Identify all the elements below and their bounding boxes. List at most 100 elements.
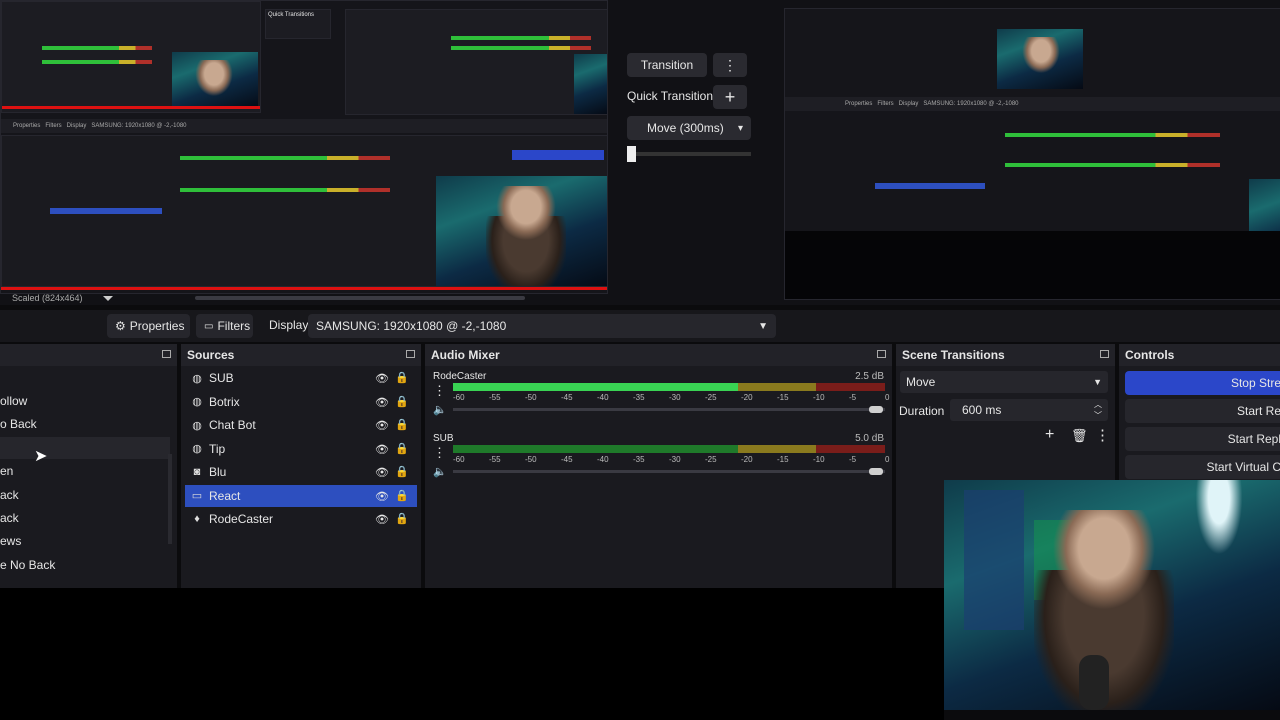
filter-icon: ▭ [204,320,214,332]
horizontal-scrollbar[interactable] [195,296,525,300]
nested-thumbnail [1,1,261,113]
scene-item-label: o Back [0,417,37,432]
scenes-panel: ollow o Back en ack ack ews e No Back [0,344,177,588]
transition-slider-handle[interactable] [627,146,636,162]
transition-menu-icon[interactable]: ⋮ [1095,426,1110,444]
lock-icon[interactable]: 🔒 [395,418,409,431]
scene-item[interactable]: ack [0,484,170,506]
transition-select[interactable]: Move ▼ [900,371,1108,393]
properties-button[interactable]: ⚙ Properties [107,314,190,338]
scene-item[interactable]: ollow [0,390,170,412]
lock-icon[interactable]: 🔒 [395,371,409,384]
lock-icon[interactable]: 🔒 [395,395,409,408]
speaker-icon[interactable]: 🔈 [433,465,447,478]
move-transition-select[interactable]: Move (300ms) ▾ [627,116,751,140]
source-item[interactable]: ◍ Botrix 👁 🔒 [185,391,417,413]
start-virtual-camera-button[interactable]: Start Virtual C [1125,455,1280,479]
dock-icon[interactable] [406,350,415,358]
volume-slider[interactable] [453,470,885,473]
display-select[interactable]: SAMSUNG: 1920x1080 @ -2,-1080 ▼ [308,314,776,338]
source-item-label: Botrix [209,394,240,409]
duration-spinbox[interactable]: 600 ms ︿ ﹀ [950,399,1108,421]
lock-icon[interactable]: 🔒 [395,489,409,502]
scene-item-label: ack [0,487,19,502]
visibility-eye-icon[interactable]: 👁 [375,396,389,409]
display-value: SAMSUNG: 1920x1080 @ -2,-1080 [316,319,507,333]
volume-slider-handle[interactable] [869,468,883,475]
scene-item[interactable]: e No Back [0,554,170,576]
meter-tick-label: -20 [741,393,753,402]
visibility-eye-icon[interactable]: 👁 [375,513,389,526]
channel-menu-icon[interactable]: ⋮ [433,383,446,399]
stop-streaming-button[interactable]: Stop Stre [1125,371,1280,395]
meter-tick-label: -5 [849,393,857,402]
visibility-eye-icon[interactable]: 👁 [375,443,389,456]
scene-item[interactable]: en [0,460,170,482]
lock-icon[interactable]: 🔒 [395,512,409,525]
start-replay-buffer-button[interactable]: Start Repl [1125,427,1280,451]
channel-menu-icon[interactable]: ⋮ [433,445,446,461]
source-item-label: Blu [209,465,227,479]
visibility-eye-icon[interactable]: 👁 [375,372,389,385]
visibility-eye-icon[interactable]: 👁 [375,490,389,503]
lock-icon[interactable]: 🔒 [395,442,409,455]
duration-value: 600 ms [962,403,1002,417]
source-item[interactable]: ♦ RodeCaster 👁 🔒 [185,508,417,530]
chevron-down-icon: ▾ [737,122,743,134]
scene-item[interactable] [0,436,170,459]
duration-label: Duration [899,404,945,418]
meter-tick-label: -35 [633,455,645,464]
source-item[interactable]: ◍ Chat Bot 👁 🔒 [185,414,417,436]
scene-item-label: e No Back [0,557,56,572]
chevron-down-icon[interactable] [103,296,113,301]
transition-button[interactable]: Transition [627,53,707,77]
filters-button[interactable]: ▭ Filters [196,314,253,338]
scene-item[interactable]: o Back [0,413,170,435]
start-recording-button[interactable]: Start Re [1125,399,1280,423]
volume-slider-handle[interactable] [869,406,883,413]
trash-icon[interactable]: 🗑 [1071,428,1088,444]
source-item-label: RodeCaster [209,512,274,526]
display-label: Display [269,318,309,332]
jellyfish-decoration [1189,480,1249,570]
meter-tick-label: -50 [525,393,537,402]
scene-item[interactable]: ews [0,530,170,552]
dock-icon[interactable] [162,350,171,358]
webcam-thumbnail [436,176,607,286]
volume-slider[interactable] [453,408,885,411]
monitor-icon: ▭ [191,490,203,502]
dock-icon[interactable] [877,350,886,358]
chevron-down-icon: ▼ [1093,377,1102,387]
properties-label: Properties [129,319,185,333]
source-item[interactable]: ◍ Tip 👁 🔒 [185,438,417,460]
spinbox-arrows-icon[interactable]: ︿ ﹀ [1094,399,1102,421]
scenes-scrollbar[interactable] [168,454,172,544]
add-transition-icon[interactable]: + [1045,426,1054,444]
source-item[interactable]: ◍ SUB 👁 🔒 [185,367,417,389]
meter-tick-label: -35 [633,393,645,402]
nested-preview-right: Properties Filters Display SAMSUNG: 1920… [784,8,1280,300]
scene-item[interactable]: ack [0,507,170,529]
meter-tick-label: -55 [489,455,501,464]
visibility-eye-icon[interactable]: 👁 [375,466,389,479]
source-item[interactable]: ◙ Blu 👁 🔒 [185,461,417,483]
webcam-thumbnail [997,29,1083,89]
dock-icon[interactable] [1100,350,1109,358]
globe-icon: ◍ [192,443,202,455]
speaker-icon[interactable]: 🔈 [433,403,447,416]
nested-panels [1,135,607,287]
visibility-eye-icon[interactable]: 👁 [375,419,389,432]
quick-transitions-label: Quick Transitions [627,89,720,103]
add-quick-transition-icon[interactable]: + [713,85,747,109]
meter-tick-label: -30 [669,455,681,464]
camera-icon: ◙ [193,466,201,478]
transition-menu-icon[interactable]: ⋮ [713,53,747,77]
meter-tick-label: -5 [849,455,857,464]
meter-tick-label: -60 [453,393,465,402]
meter-tick-label: -40 [597,393,609,402]
lock-icon[interactable]: 🔒 [395,465,409,478]
source-item[interactable]: ▭ React 👁 🔒 [185,484,417,507]
transition-slider-track[interactable] [627,152,751,156]
channel-db-value: 2.5 dB [855,371,884,382]
source-item-label: React [209,488,241,503]
